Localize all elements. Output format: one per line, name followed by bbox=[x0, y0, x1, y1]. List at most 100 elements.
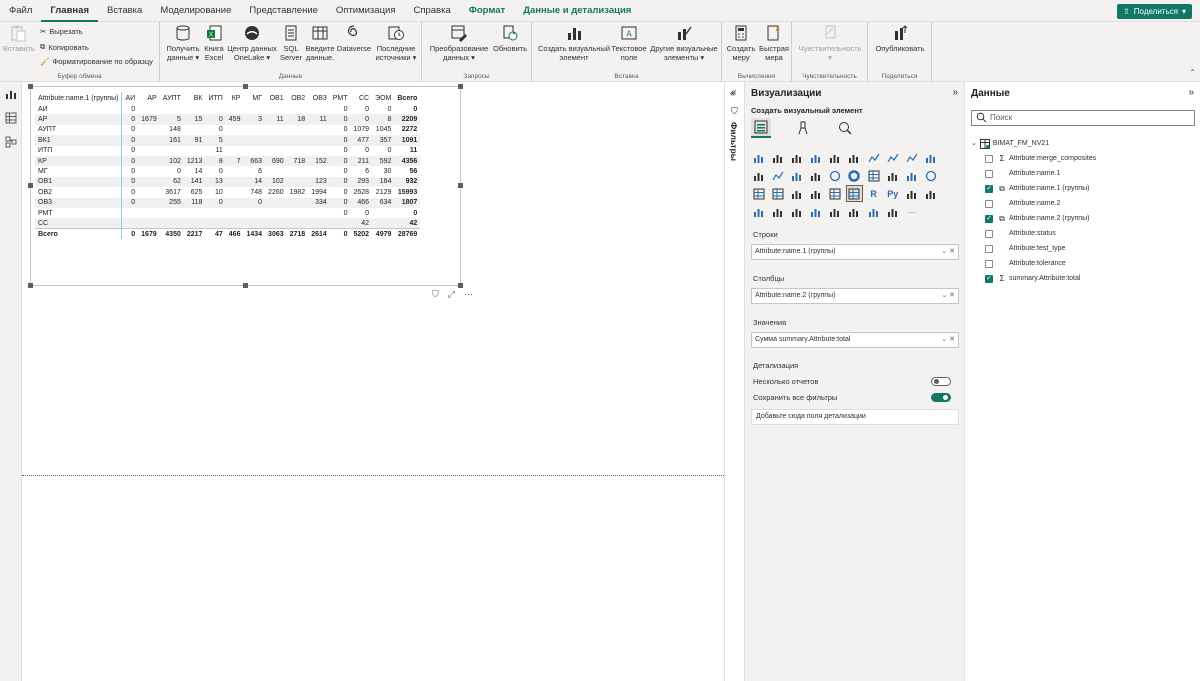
tab-view[interactable]: Представление bbox=[240, 0, 327, 22]
more-visuals-button[interactable]: Другие визуальные элементы ▾ bbox=[648, 24, 720, 62]
r-visual-visual-icon[interactable]: R bbox=[866, 186, 881, 201]
decomposition-tree-visual-icon[interactable] bbox=[924, 186, 939, 201]
more-options-icon[interactable]: ⋯ bbox=[464, 289, 473, 300]
analytics-tab[interactable] bbox=[835, 118, 855, 138]
field-item[interactable]: ✓ ⧉ Attribute:name.1 (группы) bbox=[985, 181, 1096, 196]
total-row[interactable]: Всего 0 1679 4350 2217 47 466 1434 3063 2718 2614 0… bbox=[35, 228, 421, 240]
field-item[interactable]: Attribute:tolerance bbox=[985, 256, 1096, 271]
table-row[interactable]: КР 0 102 1213 8 7 663 690 718 152 0 211 592 4356 bbox=[35, 155, 421, 167]
table-row[interactable]: ОВ3 0 255 118 0 0 334 0 466 634 1807 bbox=[35, 197, 421, 208]
col-header[interactable]: МГ bbox=[243, 92, 265, 104]
col-header[interactable]: РМТ bbox=[330, 92, 351, 104]
matrix-visual[interactable]: Attribute:name.1 (группы) АИ АР АУПТ ВК … bbox=[28, 84, 463, 288]
resize-handle[interactable] bbox=[243, 84, 248, 89]
col-header[interactable]: АУПТ bbox=[160, 92, 184, 104]
resize-handle[interactable] bbox=[28, 183, 33, 188]
new-measure-button[interactable]: Создать меру bbox=[726, 24, 756, 62]
tab-insert[interactable]: Вставка bbox=[98, 0, 151, 22]
matrix-visual-icon[interactable] bbox=[845, 185, 863, 202]
col-header[interactable]: АИ bbox=[121, 92, 139, 104]
table-row[interactable]: АИ 0 0 0 0 0 bbox=[35, 104, 420, 115]
field-item[interactable]: Attribute:name.2 bbox=[985, 196, 1096, 211]
line-clustered-visual-icon[interactable] bbox=[751, 168, 766, 183]
sensitivity-button[interactable]: Чувствительность ▾ bbox=[796, 24, 864, 62]
field-checkbox[interactable] bbox=[985, 169, 993, 178]
donut-visual-icon[interactable] bbox=[847, 168, 862, 183]
text-box-button[interactable]: A Текстовое поле bbox=[610, 24, 648, 62]
col-header[interactable]: АР bbox=[138, 92, 160, 104]
share-button[interactable]: ⇪ Поделиться ▾ bbox=[1117, 4, 1192, 19]
trophy-visual-icon[interactable] bbox=[828, 204, 843, 219]
excel-button[interactable]: X Книга Excel bbox=[202, 24, 226, 62]
recent-sources-button[interactable]: Последние источники ▾ bbox=[372, 24, 420, 62]
refresh-button[interactable]: Обновить bbox=[490, 24, 530, 53]
col-header[interactable]: ОВ2 bbox=[287, 92, 309, 104]
tab-optimize[interactable]: Оптимизация bbox=[327, 0, 405, 22]
field-checkbox[interactable]: ✓ bbox=[985, 214, 993, 223]
scatter-visual-icon[interactable] bbox=[809, 168, 824, 183]
filled-map-visual-icon[interactable] bbox=[905, 168, 920, 183]
chevron-down-icon[interactable]: ⌄ bbox=[971, 136, 977, 151]
remove-field-icon[interactable]: ✕ bbox=[949, 336, 955, 343]
format-painter-button[interactable]: 🖌 Форматирование по образцу bbox=[40, 57, 153, 66]
drillthrough-drop-zone[interactable]: Добавьте сюда поля детализации bbox=[751, 409, 959, 425]
quick-measure-button[interactable]: Быстрая мера bbox=[758, 24, 790, 62]
100-column-visual-icon[interactable] bbox=[847, 150, 862, 165]
paste-button[interactable]: Вставить bbox=[3, 24, 35, 53]
copy-button[interactable]: ⧉ Копировать bbox=[40, 42, 89, 52]
clustered-column-visual-icon[interactable] bbox=[809, 150, 824, 165]
field-item[interactable]: Attribute:test_type bbox=[985, 241, 1096, 256]
filters-pane-collapsed[interactable]: « ⛉ Фильтры bbox=[724, 82, 744, 681]
new-visual-button[interactable]: Создать визуальный элемент bbox=[536, 24, 612, 62]
table-view-button[interactable] bbox=[0, 106, 22, 130]
col-header[interactable]: ОВ3 bbox=[308, 92, 330, 104]
power-automate-visual-icon[interactable] bbox=[866, 204, 881, 219]
table-node[interactable]: ⌄ BIMAT_FM_NV21 bbox=[971, 136, 1096, 151]
build-visual-tab[interactable] bbox=[751, 118, 771, 138]
field-checkbox[interactable] bbox=[985, 229, 993, 238]
cross-report-toggle[interactable] bbox=[931, 377, 951, 386]
table-row[interactable]: РМТ 0 0 0 bbox=[35, 207, 420, 219]
multirow-card-visual-icon[interactable] bbox=[770, 186, 785, 201]
field-checkbox[interactable] bbox=[985, 259, 993, 268]
ribbon-visual-icon[interactable] bbox=[770, 168, 785, 183]
tab-file[interactable]: Файл bbox=[0, 0, 41, 22]
chevron-down-icon[interactable]: ⌄ bbox=[941, 336, 947, 343]
publish-button[interactable]: Опубликовать bbox=[872, 24, 928, 53]
table-row[interactable]: МГ 0 0 14 0 6 0 6 30 56 bbox=[35, 166, 420, 177]
treemap-visual-icon[interactable] bbox=[866, 168, 881, 183]
field-item[interactable]: Σ Attribute:merge_composites bbox=[985, 151, 1096, 166]
tab-data-drill[interactable]: Данные и детализация bbox=[514, 0, 640, 22]
search-input[interactable]: Поиск bbox=[971, 110, 1195, 126]
table-row[interactable]: СС 42 42 bbox=[35, 218, 421, 229]
field-item[interactable]: Attribute:status bbox=[985, 226, 1096, 241]
table-visual-icon[interactable] bbox=[828, 186, 843, 201]
focus-mode-icon[interactable]: ⤢ bbox=[448, 289, 455, 300]
dataverse-button[interactable]: Dataverse bbox=[336, 24, 372, 53]
slicer-visual-icon[interactable] bbox=[809, 186, 824, 201]
smart-narrative-visual-icon[interactable] bbox=[770, 204, 785, 219]
100-bar-visual-icon[interactable] bbox=[828, 150, 843, 165]
sql-server-button[interactable]: SQL Server bbox=[279, 24, 303, 62]
keep-filters-toggle[interactable] bbox=[931, 393, 951, 402]
remove-field-icon[interactable]: ✕ bbox=[949, 248, 955, 255]
remove-field-icon[interactable]: ✕ bbox=[949, 292, 955, 299]
field-item[interactable]: ✓ ⧉ Attribute:name.2 (группы) bbox=[985, 211, 1096, 226]
kpi-visual-icon[interactable] bbox=[789, 186, 804, 201]
stacked-column-visual-icon[interactable] bbox=[770, 150, 785, 165]
tab-help[interactable]: Справка bbox=[404, 0, 459, 22]
line-column-visual-icon[interactable] bbox=[924, 150, 939, 165]
map-visual-icon[interactable] bbox=[885, 168, 900, 183]
tab-home[interactable]: Главная bbox=[41, 0, 98, 22]
onelake-button[interactable]: Центр данных OneLake ▾ bbox=[227, 24, 277, 62]
field-checkbox[interactable] bbox=[985, 244, 993, 253]
table-row[interactable]: ОВ1 0 62 141 13 14 102 123 0 293 184 932 bbox=[35, 176, 421, 188]
area-visual-icon[interactable] bbox=[885, 150, 900, 165]
python-visual-icon[interactable]: Py bbox=[885, 186, 900, 201]
collapse-pane-icon[interactable]: » bbox=[1188, 87, 1194, 98]
paginated-visual-icon[interactable] bbox=[789, 204, 804, 219]
pie-visual-icon[interactable] bbox=[828, 168, 843, 183]
table-row[interactable]: ВК1 0 161 91 5 0 477 357 1091 bbox=[35, 135, 421, 146]
field-checkbox[interactable]: ✓ bbox=[985, 274, 993, 283]
field-checkbox[interactable]: ✓ bbox=[985, 184, 993, 193]
